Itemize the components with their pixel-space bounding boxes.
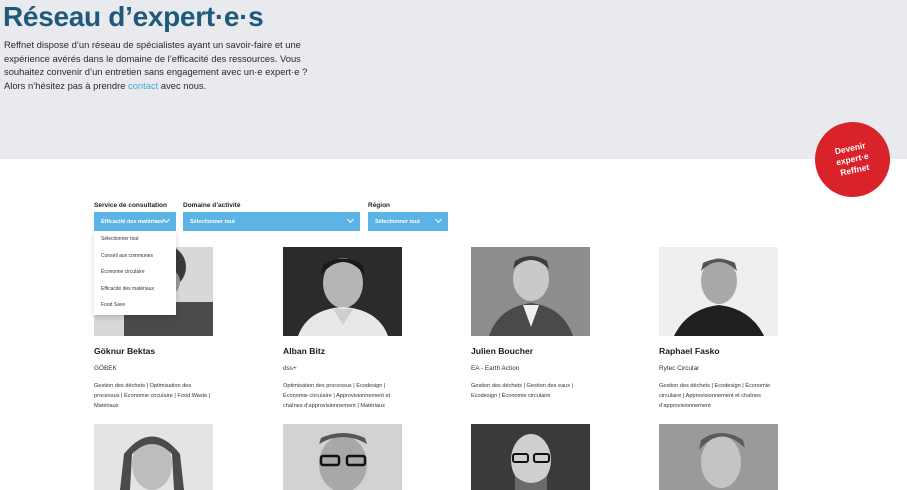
expert-photo [659, 247, 778, 336]
contact-link[interactable]: contact [128, 80, 158, 91]
become-expert-label: Devenir expert·e Reffnet [833, 140, 871, 178]
region-filter-label: Région [368, 202, 391, 209]
expert-name: Alban Bitz [283, 346, 326, 356]
region-filter-select[interactable]: Sélectionner tout [368, 212, 448, 231]
service-filter-label: Service de consultation [94, 202, 167, 209]
hero-section: Réseau d’expert·e·s Reffnet dispose d’un… [0, 0, 907, 159]
expert-photo [283, 247, 402, 336]
expert-tags: Gestion des déchets | Gestion des eaux |… [471, 383, 574, 399]
dropdown-option[interactable]: Food Save [94, 297, 176, 314]
intro-text-end: avec nous. [158, 79, 207, 91]
service-filter-value: Efficacité des matériaux [101, 218, 164, 225]
page-title: Réseau d’expert·e·s [3, 1, 264, 32]
expert-company: GÖBEK [94, 365, 117, 372]
expert-name: Raphael Fasko [659, 346, 720, 356]
expert-company: Rytec Circular [659, 365, 700, 372]
expert-card[interactable]: Raphael Fasko Rytec Circular Gestion des… [659, 247, 789, 411]
region-filter-value: Sélectionner tout [375, 218, 420, 225]
expert-tags: Gestion des déchets | Ecodesign | Économ… [659, 383, 771, 409]
expert-name: Julien Boucher [471, 346, 534, 356]
expert-company: EA - Earth Action [471, 365, 520, 372]
expert-name: Göknur Bektas [94, 346, 156, 356]
dropdown-option[interactable]: Sélectionner tout [94, 231, 176, 248]
expert-photo[interactable] [94, 424, 213, 490]
expert-tags: Optimisation des processus | Ecodesign |… [283, 383, 391, 409]
expert-card[interactable]: Alban Bitz dss+ Optimisation des process… [283, 247, 413, 411]
expert-photo [471, 247, 590, 336]
service-filter-select[interactable]: Efficacité des matériaux [94, 212, 176, 231]
chevron-down-icon [162, 215, 171, 224]
expert-photo[interactable] [659, 424, 778, 490]
intro-text: Reffnet dispose d’un réseau de spécialis… [4, 38, 324, 92]
expert-photo[interactable] [283, 424, 402, 490]
service-filter-dropdown: Sélectionner tout Conseil aux communes É… [94, 231, 176, 315]
chevron-down-icon [346, 215, 355, 224]
domain-filter-label: Domaine d’activité [183, 202, 241, 209]
dropdown-option[interactable]: Conseil aux communes [94, 248, 176, 265]
expert-tags: Gestion des déchets | Optimisation des p… [94, 383, 211, 409]
dropdown-option[interactable]: Économie circulaire [94, 264, 176, 281]
domain-filter-select[interactable]: Sélectionner tout [183, 212, 360, 231]
expert-photo[interactable] [471, 424, 590, 490]
expert-company: dss+ [283, 365, 297, 372]
expert-card[interactable]: Julien Boucher EA - Earth Action Gestion… [471, 247, 601, 401]
dropdown-option[interactable]: Efficacité des matériaux [94, 281, 176, 298]
chevron-down-icon [434, 215, 443, 224]
domain-filter-value: Sélectionner tout [190, 218, 235, 225]
